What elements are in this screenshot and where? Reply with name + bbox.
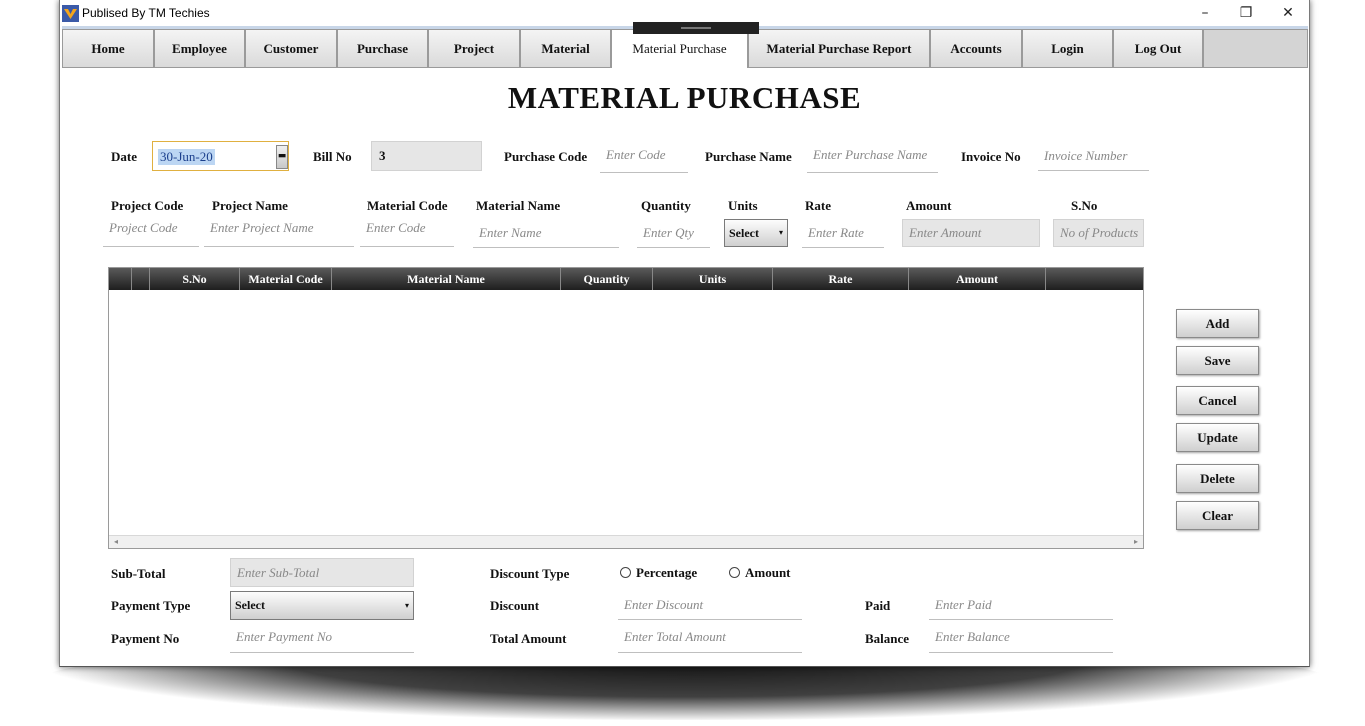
- amount-radio[interactable]: [729, 567, 740, 578]
- clear-button[interactable]: Clear: [1176, 501, 1259, 530]
- invoice-no-label: Invoice No: [961, 149, 1021, 164]
- scroll-left-icon[interactable]: ◂: [114, 536, 118, 548]
- tab-purchase[interactable]: Purchase: [337, 29, 428, 68]
- purchase-code-label: Purchase Code: [504, 149, 588, 164]
- amount-label: Amount: [906, 198, 952, 213]
- invoice-no-input[interactable]: Invoice Number: [1038, 141, 1149, 171]
- materials-grid[interactable]: S.No Material Code Material Name Quantit…: [108, 267, 1144, 549]
- tab-login[interactable]: Login: [1022, 29, 1113, 68]
- close-button[interactable]: ✕: [1268, 2, 1308, 24]
- discount-type-label: Discount Type: [490, 566, 570, 581]
- purchase-name-input[interactable]: Enter Purchase Name: [807, 141, 938, 173]
- cancel-button[interactable]: Cancel: [1176, 386, 1259, 415]
- date-value: 30-Jun-20: [158, 149, 215, 165]
- material-name-input[interactable]: Enter Name: [473, 220, 619, 248]
- tab-material-purchase[interactable]: Material Purchase: [611, 29, 748, 68]
- minimize-button[interactable]: –: [1185, 2, 1225, 24]
- project-code-label: Project Code: [111, 198, 184, 213]
- subtotal-input[interactable]: Enter Sub-Total: [230, 558, 414, 587]
- date-picker[interactable]: 30-Jun-20 ▬: [152, 141, 289, 171]
- project-name-input[interactable]: Enter Project Name: [204, 216, 354, 247]
- tab-material[interactable]: Material: [520, 29, 611, 68]
- balance-label: Balance: [865, 631, 910, 646]
- quantity-label: Quantity: [641, 198, 691, 213]
- chevron-down-icon: ▾: [778, 228, 783, 237]
- payment-type-value: Select: [235, 598, 265, 612]
- quantity-input[interactable]: Enter Qty: [637, 220, 710, 248]
- paid-input[interactable]: Enter Paid: [929, 591, 1113, 620]
- discount-input[interactable]: Enter Discount: [618, 591, 802, 620]
- units-select[interactable]: Select ▾: [724, 219, 788, 247]
- payment-type-select[interactable]: Select ▾: [230, 591, 414, 620]
- restore-button[interactable]: ❐: [1226, 2, 1266, 24]
- window-title: Publised By TM Techies: [82, 6, 210, 20]
- grid-header-spacer: [109, 268, 132, 290]
- drag-grip[interactable]: [633, 22, 759, 34]
- tab-material-purchase-report[interactable]: Material Purchase Report: [748, 29, 930, 68]
- tab-customer[interactable]: Customer: [245, 29, 337, 68]
- rate-input[interactable]: Enter Rate: [802, 220, 884, 248]
- grid-col-rate[interactable]: Rate: [773, 268, 909, 290]
- percentage-radio[interactable]: [620, 567, 631, 578]
- save-button[interactable]: Save: [1176, 346, 1259, 375]
- grid-header: S.No Material Code Material Name Quantit…: [109, 268, 1143, 290]
- project-name-label: Project Name: [212, 198, 288, 213]
- sno-input[interactable]: No of Products: [1053, 219, 1144, 247]
- grid-col-quantity[interactable]: Quantity: [561, 268, 653, 290]
- material-code-label: Material Code: [367, 198, 448, 213]
- amount-radio-label[interactable]: Amount: [745, 565, 791, 581]
- tab-home[interactable]: Home: [62, 29, 154, 68]
- total-amount-input[interactable]: Enter Total Amount: [618, 624, 802, 653]
- grid-col-amount[interactable]: Amount: [909, 268, 1046, 290]
- tab-bar-filler: [1203, 29, 1308, 68]
- grid-col-material-name[interactable]: Material Name: [332, 268, 561, 290]
- chevron-down-icon: ▾: [404, 601, 409, 610]
- app-window: Publised By TM Techies – ❐ ✕ Home Employ…: [59, 0, 1310, 667]
- grid-col-material-code[interactable]: Material Code: [240, 268, 332, 290]
- subtotal-label: Sub-Total: [111, 566, 166, 581]
- date-label: Date: [111, 149, 137, 164]
- scroll-right-icon[interactable]: ▸: [1134, 536, 1138, 548]
- material-name-label: Material Name: [476, 198, 561, 213]
- delete-button[interactable]: Delete: [1176, 464, 1259, 493]
- tab-log-out[interactable]: Log Out: [1113, 29, 1203, 68]
- update-button[interactable]: Update: [1176, 423, 1259, 452]
- purchase-code-input[interactable]: Enter Code: [600, 141, 688, 173]
- project-code-input[interactable]: Project Code: [103, 216, 199, 247]
- units-label: Units: [728, 198, 758, 213]
- units-select-value: Select: [729, 226, 759, 240]
- purchase-name-label: Purchase Name: [705, 149, 792, 164]
- grid-col-sno[interactable]: S.No: [150, 268, 240, 290]
- grid-col-units[interactable]: Units: [653, 268, 773, 290]
- rate-label: Rate: [805, 198, 831, 213]
- total-amount-label: Total Amount: [490, 631, 567, 646]
- grid-header-spacer: [132, 268, 150, 290]
- paid-label: Paid: [865, 598, 891, 613]
- tab-project[interactable]: Project: [428, 29, 520, 68]
- grid-horizontal-scrollbar[interactable]: ◂ ▸: [109, 535, 1143, 548]
- page-title: MATERIAL PURCHASE: [507, 80, 862, 115]
- bill-no-label: Bill No: [313, 149, 352, 164]
- amount-input[interactable]: Enter Amount: [902, 219, 1040, 247]
- calendar-dropdown-icon[interactable]: ▬: [276, 145, 288, 169]
- material-code-input[interactable]: Enter Code: [360, 216, 454, 247]
- discount-label: Discount: [490, 598, 540, 613]
- app-logo-icon: [62, 5, 79, 22]
- tab-employee[interactable]: Employee: [154, 29, 245, 68]
- bill-no-field[interactable]: 3: [371, 141, 482, 171]
- sno-label: S.No: [1071, 198, 1098, 213]
- percentage-radio-label[interactable]: Percentage: [636, 565, 697, 581]
- add-button[interactable]: Add: [1176, 309, 1259, 338]
- balance-input[interactable]: Enter Balance: [929, 624, 1113, 653]
- tab-accounts[interactable]: Accounts: [930, 29, 1022, 68]
- payment-no-input[interactable]: Enter Payment No: [230, 624, 414, 653]
- payment-type-label: Payment Type: [111, 598, 191, 613]
- payment-no-label: Payment No: [111, 631, 180, 646]
